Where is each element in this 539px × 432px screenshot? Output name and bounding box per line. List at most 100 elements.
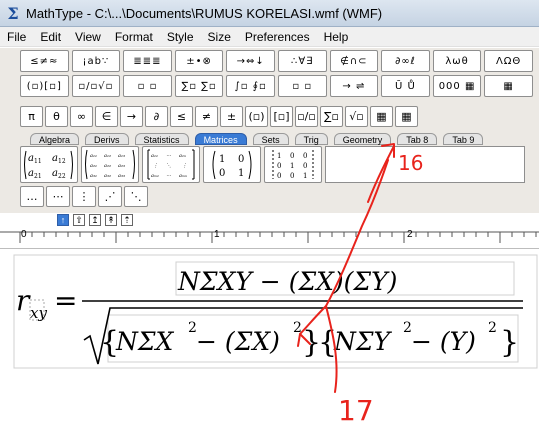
diagonal-up-dots-button[interactable]: ⋰ [98, 186, 122, 207]
integrals-palette-button[interactable]: ∫▫ ∮▫ [226, 75, 275, 97]
spaces-palette-button[interactable]: ¡ab∵ [71, 50, 121, 72]
logic-palette-button[interactable]: ∴∀∃ [277, 50, 327, 72]
svg-text:0: 0 [238, 154, 244, 165]
radical-button[interactable]: √▫ [345, 106, 368, 127]
menu-preferences[interactable]: Preferences [238, 27, 317, 47]
pi-button[interactable]: π [20, 106, 43, 127]
menu-file[interactable]: File [0, 27, 33, 47]
tab-8[interactable]: Tab 8 [397, 133, 438, 145]
plus-minus-button[interactable]: ± [220, 106, 243, 127]
menu-style[interactable]: Style [160, 27, 201, 47]
summation-button[interactable]: ∑▫ [320, 106, 343, 127]
tab-9[interactable]: Tab 9 [443, 133, 484, 145]
matrix-nxn-icon: a₁₁ ⋯ a₁ₙ ⋮ ⋱ ⋮ aₘ₁ ⋯ aₘₙ [147, 149, 195, 180]
identity-3x3-button[interactable]: 1 0 0 0 1 0 0 0 1 [264, 146, 322, 183]
svg-text:a₃₂: a₃₂ [104, 173, 111, 179]
diagonal-down-dots-button[interactable]: ⋱ [124, 186, 148, 207]
sigma-icon: Σ [7, 3, 19, 23]
tab-algebra[interactable]: Algebra [30, 133, 80, 145]
bars-palette-button[interactable]: ▫ ▫ [277, 75, 327, 97]
template-palette-row: (▫)[▫] ▫/▫√▫ ▫ ▫ ∑▫ ∑▫ ∫▫ ∮▫ ▫ ▫ → ⇌ Ū Ů… [20, 75, 536, 98]
svg-text:0: 0 [290, 172, 294, 180]
element-of-button[interactable]: ∈ [95, 106, 118, 127]
menu-view[interactable]: View [68, 27, 108, 47]
matrices-palette-button[interactable]: 000 ▦ [432, 75, 482, 97]
svg-text:0: 0 [219, 168, 225, 179]
embellishments-palette-button[interactable]: ≣≣≣ [123, 50, 172, 72]
menu-help[interactable]: Help [317, 27, 356, 47]
greek-lower-palette-button[interactable]: λωθ [432, 50, 482, 72]
set-theory-palette-button[interactable]: ∉∩⊂ [329, 50, 379, 72]
svg-text:21: 21 [34, 173, 42, 180]
eq-equals: = [54, 284, 77, 317]
eq-denominator-right: NΣY [333, 327, 393, 356]
not-equal-button[interactable]: ≠ [195, 106, 218, 127]
identity-3x3-icon: 1 0 0 0 1 0 0 0 1 [272, 150, 314, 180]
svg-text:⋯: ⋯ [166, 153, 171, 159]
boxes-palette-button[interactable]: ▦ [484, 75, 533, 97]
operators-palette-button[interactable]: ±•⊗ [174, 50, 224, 72]
theta-button[interactable]: θ [45, 106, 68, 127]
center-tab-stop-button[interactable]: ⇧ [73, 214, 85, 226]
menu-edit[interactable]: Edit [33, 27, 68, 47]
eq-right-brace-2: } [500, 325, 519, 360]
svg-text:a₃₃: a₃₃ [118, 173, 125, 179]
greek-upper-palette-button[interactable]: ΛΩΘ [484, 50, 533, 72]
misc-symbols-palette-button[interactable]: ∂∞ℓ [381, 50, 430, 72]
eq-lhs: r [16, 284, 31, 317]
decimal-tab-stop-button[interactable]: ⇡ [121, 214, 133, 226]
ruler[interactable]: 0 1 2 [0, 229, 539, 249]
mathtype-window: Σ MathType - C:\...\Documents\RUMUS KORE… [0, 0, 539, 432]
left-tab-stop-button[interactable]: ↑ [57, 214, 69, 226]
svg-text:0: 0 [277, 172, 281, 180]
tab-sets[interactable]: Sets [252, 133, 289, 145]
tab-geometry[interactable]: Geometry [333, 133, 392, 145]
arrows-palette-button[interactable]: →⇔↓ [226, 50, 275, 72]
menu-bar: File Edit View Format Style Size Prefere… [0, 27, 539, 47]
center-dots-button[interactable]: ⋯ [46, 186, 70, 207]
fences-palette-button[interactable]: (▫)[▫] [20, 75, 69, 97]
blank-area [0, 375, 539, 432]
menu-size[interactable]: Size [201, 27, 238, 47]
svg-text:⋮: ⋮ [182, 163, 187, 169]
tab-derivs[interactable]: Derivs [85, 133, 129, 145]
brackets-button[interactable]: [▫] [270, 106, 293, 127]
right-arrow-button[interactable]: → [120, 106, 143, 127]
identity-2x2-button[interactable]: 1 0 0 1 [203, 146, 261, 183]
matrix-2x2-subscripted-button[interactable]: a 11 a 12 a 21 a 22 [20, 146, 78, 183]
parentheses-button[interactable]: (▫) [245, 106, 268, 127]
toolbar-area: ≤≠≈ ¡ab∵ ≣≣≣ ±•⊗ →⇔↓ ∴∀∃ ∉∩⊂ ∂∞ℓ λωθ ΛΩΘ… [0, 48, 539, 213]
vertical-dots-button[interactable]: ⋮ [72, 186, 96, 207]
baseline-dots-button[interactable]: … [20, 186, 44, 207]
relation-tab-stop-button[interactable]: ↟ [105, 214, 117, 226]
right-tab-stop-button[interactable]: ↥ [89, 214, 101, 226]
less-equal-button[interactable]: ≤ [170, 106, 193, 127]
products-palette-button[interactable]: Ū Ů [381, 75, 430, 97]
infinity-button[interactable]: ∞ [70, 106, 93, 127]
tab-bar: Algebra Derivs Statistics Matrices Sets … [30, 133, 489, 145]
matrix-3x3-subscripted-button[interactable]: a₁₁ a₁₂ a₁₃ a₂₁ a₂₂ a₂₃ a₃₁ a₃₂ a₃₃ [81, 146, 139, 183]
svg-text:a₂₃: a₂₃ [118, 163, 125, 169]
equation-display: r xy = NΣXY − (ΣX)(ΣY) { NΣX 2 − (ΣX) 2 … [13, 254, 538, 369]
partial-button[interactable]: ∂ [145, 106, 168, 127]
menu-format[interactable]: Format [108, 27, 160, 47]
ruler-label-0: 0 [21, 229, 27, 240]
fractions-radicals-palette-button[interactable]: ▫/▫√▫ [71, 75, 121, 97]
matrix-button-b[interactable]: ▦ [395, 106, 418, 127]
svg-text:1: 1 [290, 162, 294, 170]
relations-palette-button[interactable]: ≤≠≈ [20, 50, 69, 72]
small-symbol-bar: π θ ∞ ∈ → ∂ ≤ ≠ ± (▫) [▫] ▫/▫ ∑▫ √▫ ▦ ▦ [20, 106, 420, 128]
matrix-nxn-button[interactable]: a₁₁ ⋯ a₁ₙ ⋮ ⋱ ⋮ aₘ₁ ⋯ aₘₙ [142, 146, 200, 183]
tab-statistics[interactable]: Statistics [134, 133, 189, 145]
ruler-label-2: 2 [407, 229, 413, 240]
subscripts-palette-button[interactable]: ▫ ▫ [123, 75, 172, 97]
svg-text:0: 0 [290, 152, 294, 160]
summations-palette-button[interactable]: ∑▫ ∑▫ [174, 75, 224, 97]
svg-text:12: 12 [58, 158, 66, 165]
equation-editor-area[interactable]: r xy = NΣXY − (ΣX)(ΣY) { NΣX 2 − (ΣX) 2 … [0, 250, 539, 375]
fraction-button[interactable]: ▫/▫ [295, 106, 318, 127]
tab-trig[interactable]: Trig [294, 133, 328, 145]
matrix-button-a[interactable]: ▦ [370, 106, 393, 127]
tab-matrices[interactable]: Matrices [194, 133, 247, 145]
labeled-arrows-palette-button[interactable]: → ⇌ [329, 75, 379, 97]
